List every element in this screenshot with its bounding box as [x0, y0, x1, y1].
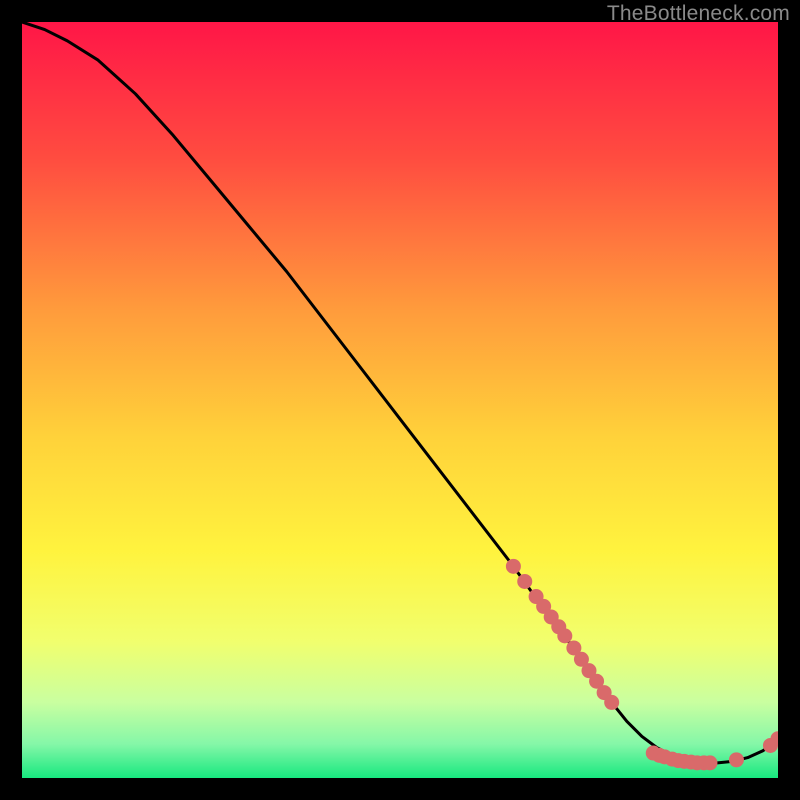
chart-stage: TheBottleneck.com	[0, 0, 800, 800]
gradient-background	[22, 22, 778, 778]
data-marker	[517, 574, 532, 589]
data-marker	[729, 752, 744, 767]
bottleneck-chart	[22, 22, 778, 778]
data-marker	[506, 559, 521, 574]
data-marker	[604, 695, 619, 710]
data-marker	[702, 755, 717, 770]
watermark-text: TheBottleneck.com	[607, 2, 790, 26]
data-marker	[557, 628, 572, 643]
